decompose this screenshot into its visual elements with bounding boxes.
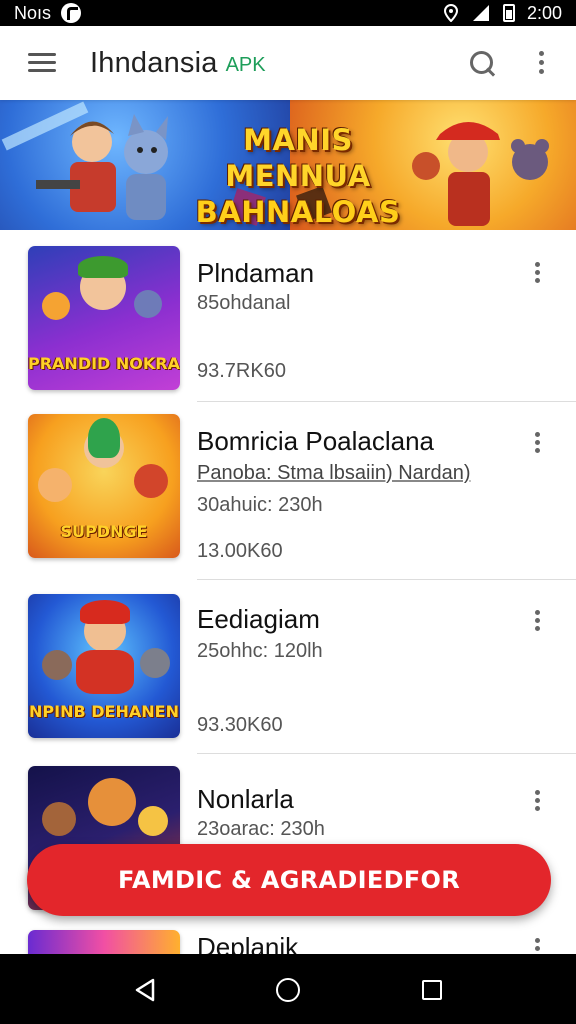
app-title: Ihndansia <box>90 46 218 79</box>
app-title: Plndaman <box>197 258 315 288</box>
app-size: 93.30K60 <box>197 714 283 736</box>
app-meta: 30ahuic: 230h <box>197 494 323 516</box>
item-overflow-icon[interactable] <box>532 262 542 286</box>
app-screen: Noıs 2:00 Ihndansia APK MANIS MENNUA BAH… <box>0 0 576 1024</box>
app-meta: 25ohhc: 120lh <box>197 640 323 662</box>
app-title: Nonlarla <box>197 784 294 814</box>
system-nav-bar <box>0 954 576 1024</box>
item-overflow-icon[interactable] <box>532 790 542 814</box>
signal-icon <box>472 5 489 21</box>
app-size: 13.00K60 <box>197 540 283 562</box>
item-overflow-icon[interactable] <box>532 432 542 456</box>
status-left-text: Noıs <box>14 2 52 23</box>
notification-icon <box>61 3 82 23</box>
app-size: 93.7RK60 <box>197 360 286 382</box>
thumbnail-caption: NPINB DEHANEN <box>29 702 179 721</box>
battery-icon <box>502 4 515 22</box>
app-title: Bomricia Poalaclana <box>197 426 435 456</box>
search-icon[interactable] <box>468 49 496 77</box>
thumbnail-caption: PRANDID NOKRA <box>28 354 180 373</box>
item-overflow-icon[interactable] <box>532 610 542 634</box>
primary-action-label: FAMDIC & AGRADIEDFOR <box>118 866 460 894</box>
app-bar: Ihndansia APK <box>0 26 576 100</box>
nav-home-icon[interactable] <box>276 978 300 1002</box>
list-item[interactable]: NPINB DEHANEN Eediagiam 25ohhc: 120lh 93… <box>0 580 576 754</box>
featured-banner[interactable]: MANIS MENNUA BAHNALOAS <box>0 100 576 230</box>
location-icon <box>443 4 458 22</box>
status-bar: Noıs 2:00 <box>0 0 576 26</box>
app-subtitle[interactable]: Panoba: Stma lbsaiin) Nardan) <box>197 462 470 485</box>
overflow-menu-icon[interactable] <box>536 49 546 77</box>
app-meta: 23oarac: 230h <box>197 818 325 840</box>
list-item[interactable]: PRANDID NOKRA Plndaman 85ohdanal 93.7RK6… <box>0 230 576 402</box>
app-thumbnail: PRANDID NOKRA <box>28 246 180 390</box>
apk-badge: APK <box>225 54 266 76</box>
nav-back-icon[interactable] <box>134 978 156 1002</box>
nav-recents-icon[interactable] <box>422 980 442 1000</box>
menu-icon[interactable] <box>28 53 56 73</box>
list-item[interactable]: SUPDNGE Bomricia Poalaclana Panoba: Stma… <box>0 402 576 580</box>
banner-title-line2: BAHNALOAS <box>195 195 401 229</box>
banner-title-line1: MANIS MENNUA <box>225 123 371 193</box>
app-subtitle: 85ohdanal <box>197 292 291 314</box>
app-title: Eediagiam <box>197 604 320 634</box>
primary-action-button[interactable]: FAMDIC & AGRADIEDFOR <box>27 844 551 916</box>
banner-title: MANIS MENNUA BAHNALOAS <box>188 122 408 230</box>
app-thumbnail: SUPDNGE <box>28 414 180 558</box>
thumbnail-caption: SUPDNGE <box>60 522 148 541</box>
app-thumbnail: NPINB DEHANEN <box>28 594 180 738</box>
status-time: 2:00 <box>526 2 562 23</box>
